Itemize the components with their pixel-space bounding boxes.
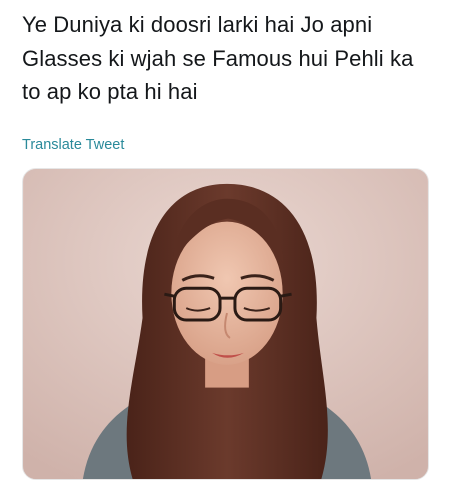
translate-tweet-link[interactable]: Translate Tweet	[22, 137, 124, 153]
tweet-text-line-2: Glasses ki wjah se Famous hui Pehli ka	[22, 45, 414, 71]
tweet-text-line-3: to ap ko pta hi hai	[22, 79, 198, 104]
face-shape	[171, 221, 283, 365]
tweet-text-line-1: Ye Duniya ki doosri larki hai Jo apni	[22, 12, 373, 37]
tweet-media-photo[interactable]	[22, 168, 429, 480]
tweet-text: Ye Duniya ki doosri larki hai Jo apni Gl…	[22, 8, 432, 109]
photo-illustration	[23, 169, 428, 479]
